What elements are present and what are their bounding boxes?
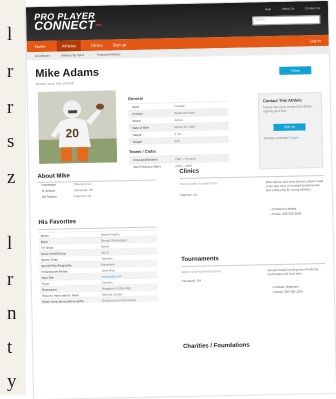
- about-title: About Mike: [37, 173, 70, 180]
- general-info: General Sport Football Position Defensive …: [127, 94, 230, 171]
- section-divider: [181, 262, 326, 268]
- margin-char: l: [7, 24, 13, 45]
- tournament-name[interactable]: Adams Charity Bowling Event: [181, 269, 225, 274]
- margin-char: r: [7, 269, 14, 290]
- clinic-bullet-text: Contact for details: [272, 206, 297, 212]
- info-key: Weight: [132, 139, 143, 144]
- logo-line-2: CONNECT™: [34, 17, 103, 34]
- info-value: 195: [174, 139, 180, 144]
- logo-tm: ™: [95, 23, 103, 31]
- tournaments-section: Tournaments Adams Charity Bowling Event …: [181, 254, 326, 313]
- margin-char: y: [7, 371, 17, 392]
- signup-button[interactable]: Sign Up: [273, 123, 306, 132]
- clinic-bullet: • Contact for details: [270, 206, 297, 212]
- contact-panel: Contact This Athlete Please sign up to c…: [257, 92, 324, 170]
- follow-button[interactable]: Follow: [279, 66, 312, 75]
- info-value: 5' 11": [174, 131, 182, 137]
- margin-char: r: [7, 61, 14, 82]
- top-link-help[interactable]: Help: [265, 7, 271, 11]
- clinic-description: Mike Adams and other Browns players lead…: [265, 179, 324, 193]
- section-divider: [179, 175, 324, 180]
- page-margin-strip: l r r s z l r n t y: [0, 0, 26, 395]
- info-key: Date of Birth: [132, 125, 150, 130]
- athlete-photo: 20: [37, 90, 118, 164]
- tournament-description: Annual charity bowling event featuring t…: [267, 267, 319, 277]
- about-row: Off Season Paterson, NJ: [38, 192, 148, 200]
- tournament-bullet-text: Contact: Organizer: [273, 284, 299, 290]
- about-section: Hometown Paterson, NJ In Season Cleveland,…: [38, 180, 148, 200]
- tournament-bullet: • Phone: 555-555-1234: [271, 289, 303, 295]
- member-since: Member since: May 18 2008: [35, 81, 74, 87]
- info-value: Football: [173, 103, 185, 109]
- clinic-name[interactable]: Strong Safety Football Clinic: [180, 181, 224, 186]
- team-name[interactable]: San Francisco 49ers: [133, 164, 161, 169]
- margin-char: r: [7, 97, 14, 118]
- top-link-about[interactable]: About Us: [282, 7, 294, 11]
- info-key: Status: [132, 118, 141, 124]
- site-logo[interactable]: PRO PLAYER CONNECT™: [34, 11, 103, 34]
- tournament-bullet-text: Phone: 555-555-1234: [273, 289, 303, 295]
- about-value: Paterson, NJ: [73, 193, 92, 199]
- favorite-value: Doing my job and playing: [102, 297, 136, 303]
- clinic-bullet: • Phone: 555-555-5555: [270, 211, 302, 217]
- athlete-name: Mike Adams: [35, 66, 100, 81]
- search-input[interactable]: Search: [252, 15, 321, 26]
- tournament-bullet: • Contact: Organizer: [271, 284, 299, 290]
- favorite-key: What I think about before game: [42, 299, 84, 304]
- contact-title: Contact This Athlete: [262, 97, 302, 104]
- charities-section: Charities / Foundations: [183, 340, 328, 373]
- tournament-address: Cleveland, OH: [181, 278, 202, 284]
- about-value: Paterson, NJ: [73, 181, 92, 187]
- info-value: March 24, 1981: [174, 124, 196, 130]
- nav-home[interactable]: Home: [35, 44, 46, 49]
- info-key: Sport: [131, 104, 140, 110]
- margin-char: z: [7, 167, 16, 188]
- info-value: Defensive back: [174, 110, 195, 116]
- info-key: Height: [132, 132, 142, 137]
- teams-heading: Teams / Clubs: [128, 148, 156, 155]
- charities-title: Charities / Foundations: [183, 342, 250, 350]
- nav-athletes[interactable]: Athletes: [56, 40, 82, 52]
- team-name[interactable]: Cleveland Browns: [133, 157, 157, 162]
- login-link[interactable]: Log in: [291, 136, 299, 140]
- team-years: 2004 – 2006: [175, 163, 193, 169]
- info-key: Position: [132, 111, 143, 117]
- login-prompt-text: Already a member?: [263, 135, 290, 141]
- clinics-section: Clinics Strong Safety Football Clinic Pa…: [179, 166, 324, 229]
- about-key: Off Season: [41, 194, 57, 199]
- subnav-by-sport[interactable]: Athletes By Sport: [61, 53, 84, 57]
- nav-signup[interactable]: Sign up: [113, 42, 127, 47]
- about-key: Hometown: [41, 182, 57, 187]
- contact-description: Please sign up to contact this athlete. …: [263, 104, 313, 114]
- info-row: Weight 195: [128, 135, 229, 146]
- nav-login[interactable]: Log in: [310, 38, 321, 43]
- margin-char: t: [7, 337, 13, 358]
- info-value: Active: [174, 117, 183, 123]
- favorite-row: What I think about before game Doing my j…: [40, 295, 159, 304]
- margin-char: s: [7, 131, 15, 152]
- logo-text: CONNECT: [34, 17, 96, 34]
- top-link-contact[interactable]: Contact Us: [305, 6, 320, 10]
- top-links: Help About Us Contact Us: [255, 6, 320, 11]
- subnav-all-athletes[interactable]: All Athletes: [35, 54, 50, 58]
- svg-text:20: 20: [65, 126, 79, 140]
- clinic-address: Paterson, NJ: [179, 192, 198, 198]
- team-years: 2007 – Present: [175, 156, 196, 162]
- clinics-title: Clinics: [179, 168, 200, 176]
- clinic-bullet-text: Phone: 555-555-5555: [272, 211, 302, 217]
- favorites-list: Movie Harlem Nights Book Denzel Washington…: [38, 229, 159, 304]
- nav-clinics[interactable]: Clinics: [91, 43, 103, 48]
- margin-char: n: [7, 303, 17, 324]
- general-heading: General: [127, 95, 143, 102]
- login-prompt: Already a member? Log in: [264, 136, 299, 141]
- website-screenshot: PRO PLAYER CONNECT™ Help About Us Contac…: [25, 0, 336, 399]
- search-placeholder: Search: [255, 17, 265, 22]
- subnav-featured[interactable]: Featured Athletes: [97, 52, 121, 56]
- favorites-title: His Favorites: [38, 219, 77, 226]
- about-value: Cleveland, OH: [73, 187, 94, 193]
- profile-content: Mike Adams Member since: May 18 2008 Fol…: [27, 53, 336, 399]
- margin-char: l: [7, 233, 13, 254]
- tournaments-title: Tournaments: [181, 256, 219, 264]
- about-key: In Season: [41, 188, 56, 193]
